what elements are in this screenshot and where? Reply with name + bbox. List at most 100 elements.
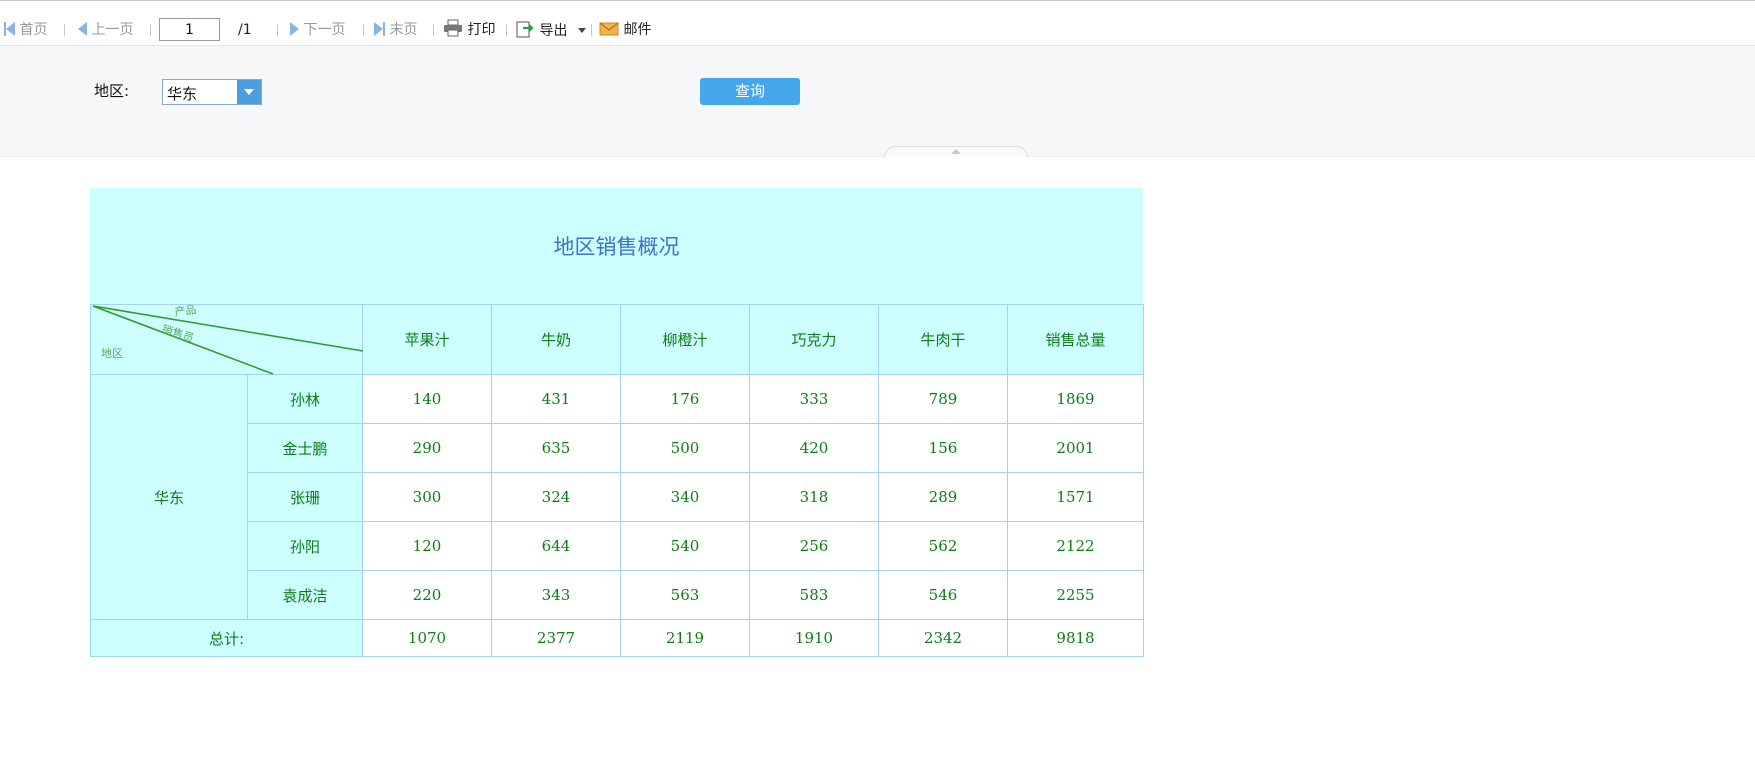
page-total: /1 (238, 22, 252, 38)
table-row: 孙阳 120 644 540 256 562 2122 (91, 521, 1144, 571)
export-button[interactable]: 导出 (515, 19, 586, 41)
value-cell: 500 (620, 423, 750, 473)
region-dropdown-button[interactable] (237, 80, 261, 104)
region-select[interactable]: 华东 (162, 79, 262, 105)
collapse-param-panel-toggle[interactable] (884, 146, 1028, 158)
row-total-cell: 2255 (1007, 570, 1144, 620)
toolbar-divider (363, 24, 364, 36)
salesperson-cell: 孙阳 (247, 521, 363, 571)
value-cell: 431 (491, 374, 621, 424)
column-header: 牛奶 (491, 304, 621, 375)
last-page-arrow-icon (374, 22, 383, 36)
value-cell: 343 (491, 570, 621, 620)
row-total-cell: 2122 (1007, 521, 1144, 571)
value-cell: 562 (878, 521, 1008, 571)
export-icon (516, 21, 534, 38)
prev-page-label: 上一页 (91, 22, 134, 38)
chevron-down-icon (244, 89, 254, 95)
column-header: 牛肉干 (878, 304, 1008, 375)
total-row: 总计: 1070 2377 2119 1910 2342 9818 (90, 619, 1144, 657)
total-cell: 2119 (620, 619, 750, 657)
corner-product-label: 产品 (173, 305, 197, 319)
corner-region-label: 地区 (101, 347, 123, 360)
query-button[interactable]: 查询 (700, 78, 800, 105)
value-cell: 176 (620, 374, 750, 424)
value-cell: 340 (620, 472, 750, 522)
prev-page-button[interactable]: 上一页 (78, 19, 133, 41)
next-page-label: 下一页 (303, 22, 346, 38)
parameter-panel: 地区: 华东 查询 (0, 46, 1755, 157)
value-cell: 140 (362, 374, 492, 424)
last-page-button[interactable]: 末页 (374, 19, 417, 41)
table-row: 华东 孙林 140 431 176 333 789 1869 (90, 374, 1144, 620)
total-cell: 1910 (749, 619, 879, 657)
value-cell: 644 (491, 521, 621, 571)
toolbar-divider (150, 24, 151, 36)
next-page-button[interactable]: 下一页 (290, 19, 345, 41)
corner-salesperson-label: 销售员 (160, 322, 196, 346)
row-total-cell: 1571 (1007, 472, 1144, 522)
toolbar-divider (64, 24, 65, 36)
next-page-icon (290, 22, 299, 36)
salesperson-cell: 金士鹏 (247, 423, 363, 473)
value-cell: 583 (749, 570, 879, 620)
export-label: 导出 (539, 23, 568, 39)
printer-icon (444, 19, 462, 37)
report-title: 地区销售概况 (553, 235, 680, 259)
mail-button[interactable]: 邮件 (599, 19, 651, 41)
first-page-label: 首页 (19, 22, 48, 38)
value-cell: 300 (362, 472, 492, 522)
header-row: 产品 销售员 地区 苹果汁 牛奶 柳橙汁 巧克力 牛肉干 销售总量 (90, 304, 1144, 375)
column-header: 柳橙汁 (620, 304, 750, 375)
last-page-icon (383, 22, 385, 36)
value-cell: 220 (362, 570, 492, 620)
toolbar-divider (433, 24, 434, 36)
total-label: 总计: (90, 619, 363, 657)
report-title-cell: 地区销售概况 (90, 188, 1143, 304)
total-cell: 1070 (362, 619, 492, 657)
toolbar-divider (506, 24, 507, 36)
mail-label: 邮件 (623, 22, 652, 38)
print-label: 打印 (467, 22, 496, 38)
print-button[interactable]: 打印 (443, 19, 495, 41)
corner-diagonal-header: 产品 销售员 地区 (90, 304, 363, 375)
value-cell: 789 (878, 374, 1008, 424)
mail-icon (599, 22, 619, 36)
row-total-cell: 2001 (1007, 423, 1144, 473)
column-header: 销售总量 (1007, 304, 1144, 375)
region-label: 地区: (94, 82, 130, 100)
row-total-cell: 1869 (1007, 374, 1144, 424)
value-cell: 289 (878, 472, 1008, 522)
total-cell: 2342 (878, 619, 1008, 657)
table-row: 金士鹏 290 635 500 420 156 2001 (91, 423, 1144, 473)
diagonal-header-lines: 产品 销售员 地区 (92, 305, 363, 375)
page-number-input[interactable] (159, 18, 220, 41)
value-cell: 333 (749, 374, 879, 424)
salesperson-cell: 张珊 (247, 472, 363, 522)
first-page-arrow-icon (6, 22, 15, 36)
value-cell: 120 (362, 521, 492, 571)
value-cell: 256 (749, 521, 879, 571)
value-cell: 546 (878, 570, 1008, 620)
first-page-button[interactable]: 首页 (4, 19, 47, 41)
value-cell: 324 (491, 472, 621, 522)
column-header: 巧克力 (749, 304, 879, 375)
region-select-value: 华东 (167, 85, 198, 103)
value-cell: 563 (620, 570, 750, 620)
table-row: 张珊 300 324 340 318 289 1571 (91, 472, 1144, 522)
toolbar-divider (277, 24, 278, 36)
sales-report-table: 产品 销售员 地区 苹果汁 牛奶 柳橙汁 巧克力 牛肉干 销售总量 华东 孙林 … (90, 304, 1144, 657)
salesperson-cell: 孙林 (247, 374, 363, 424)
table-row: 袁成洁 220 343 563 583 546 2255 (91, 570, 1144, 620)
value-cell: 156 (878, 423, 1008, 473)
value-cell: 420 (749, 423, 879, 473)
value-cell: 318 (749, 472, 879, 522)
value-cell: 635 (491, 423, 621, 473)
region-cell: 华东 (90, 374, 248, 620)
value-cell: 290 (362, 423, 492, 473)
chevron-down-icon (577, 28, 586, 33)
column-header: 苹果汁 (362, 304, 492, 375)
collapse-up-icon (951, 149, 961, 154)
value-cell: 540 (620, 521, 750, 571)
salesperson-cell: 袁成洁 (247, 570, 363, 620)
